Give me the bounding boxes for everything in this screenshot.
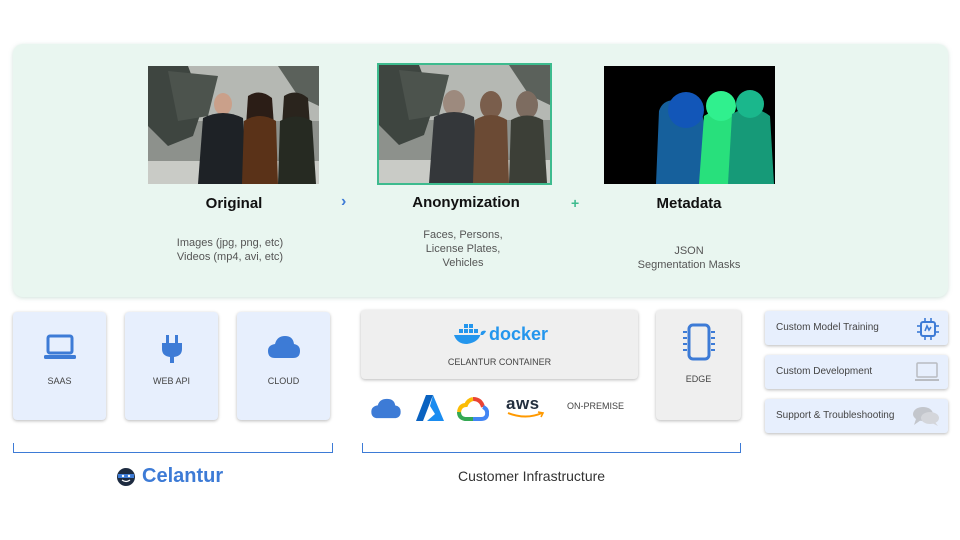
cloud-card[interactable]: CLOUD bbox=[237, 312, 330, 420]
saas-card[interactable]: SAAS bbox=[13, 312, 106, 420]
plus-icon: + bbox=[571, 195, 580, 211]
saas-label: SAAS bbox=[47, 376, 72, 386]
service-custom-model-training[interactable]: Custom Model Training bbox=[765, 311, 948, 345]
service-label: Custom Model Training bbox=[776, 322, 879, 333]
service-label: Custom Development bbox=[776, 366, 873, 377]
stage-desc-line: License Plates, bbox=[425, 243, 501, 255]
stage-desc-line: Images (jpg, png, etc) bbox=[176, 237, 284, 249]
stage-desc-anonymization: Faces, Persons, License Plates, Vehicles bbox=[363, 228, 563, 270]
stage-title-original: Original bbox=[205, 195, 263, 212]
celantur-wordmark: Celantur bbox=[142, 465, 224, 487]
web-api-label: WEB API bbox=[152, 376, 190, 386]
anonymized-photo bbox=[377, 63, 552, 185]
celantur-logo: Celantur bbox=[116, 465, 223, 488]
cloud-icon bbox=[237, 334, 330, 360]
customer-infrastructure-label: Customer Infrastructure bbox=[458, 468, 606, 484]
chip-icon bbox=[656, 323, 741, 361]
docker-whale-icon bbox=[454, 324, 486, 344]
processor-icon bbox=[916, 317, 940, 346]
edge-label: EDGE bbox=[685, 374, 712, 384]
chat-icon bbox=[912, 405, 940, 432]
docker-wordmark: docker bbox=[489, 323, 549, 344]
service-custom-development[interactable]: Custom Development bbox=[765, 355, 948, 389]
service-support-troubleshooting[interactable]: Support & Troubleshooting bbox=[765, 399, 948, 433]
stage-title-metadata: Metadata bbox=[656, 195, 722, 212]
customer-bracket bbox=[362, 443, 741, 453]
laptop-icon bbox=[13, 334, 106, 362]
stage-desc-line: Videos (mp4, avi, etc) bbox=[176, 251, 284, 263]
original-photo bbox=[148, 66, 319, 184]
stage-desc-original: Images (jpg, png, etc) Videos (mp4, avi,… bbox=[130, 236, 330, 264]
edge-card[interactable]: EDGE bbox=[656, 310, 741, 420]
cloud-label: CLOUD bbox=[267, 376, 300, 386]
service-label: Support & Troubleshooting bbox=[776, 410, 895, 421]
stage-desc-line: JSON bbox=[674, 245, 704, 257]
celantur-bracket bbox=[13, 443, 333, 453]
web-api-card[interactable]: WEB API bbox=[125, 312, 218, 420]
segmentation-mask bbox=[604, 66, 775, 184]
stage-title-anonymization: Anonymization bbox=[412, 194, 520, 211]
generic-cloud-icon bbox=[370, 398, 402, 425]
arrow-icon: › bbox=[341, 193, 347, 210]
docker-logo: docker bbox=[453, 322, 548, 346]
celantur-container-card[interactable]: docker CELANTUR CONTAINER bbox=[361, 310, 638, 379]
stage-desc-line: Segmentation Masks bbox=[637, 259, 741, 271]
monitor-icon bbox=[914, 361, 940, 388]
on-premise-label: ON-PREMISE bbox=[567, 401, 625, 411]
aws-logo: aws bbox=[506, 394, 546, 419]
plug-icon bbox=[125, 334, 218, 364]
azure-icon bbox=[415, 394, 445, 427]
stage-desc-line: Vehicles bbox=[442, 257, 484, 269]
stage-desc-metadata: JSON Segmentation Masks bbox=[589, 244, 789, 272]
container-label: CELANTUR CONTAINER bbox=[447, 357, 552, 367]
google-cloud-icon bbox=[457, 396, 490, 427]
celantur-mask-icon bbox=[117, 467, 135, 486]
stage-desc-line: Faces, Persons, bbox=[423, 229, 503, 241]
